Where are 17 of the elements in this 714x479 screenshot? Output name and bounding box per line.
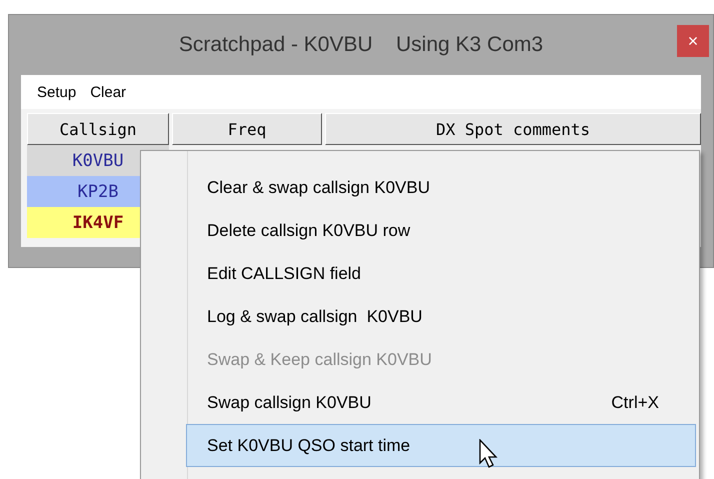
context-menu-item[interactable]: Delete callsign K0VBU row — [144, 209, 696, 252]
context-menu-item[interactable]: Swap callsign K0VBU Ctrl+X — [144, 381, 696, 424]
column-header[interactable]: DX Spot comments — [325, 113, 701, 145]
callsign-text: KP2B — [78, 182, 118, 202]
close-button[interactable]: × — [677, 25, 709, 57]
context-menu-item[interactable]: Edit CALLSIGN field — [144, 252, 696, 295]
callsign-text: IK4VF — [72, 212, 124, 232]
context-menu-item[interactable]: Log & swap callsign K0VBU — [144, 295, 696, 338]
column-header[interactable]: Callsign — [27, 113, 169, 145]
menu-item[interactable]: Setup — [37, 84, 76, 100]
callsign-text: K0VBU — [72, 150, 124, 170]
menu-item[interactable]: Clear — [90, 84, 126, 100]
column-header[interactable]: Freq — [172, 113, 322, 145]
shortcut-text: Ctrl+X — [611, 392, 659, 412]
context-menu-item[interactable]: Clear & swap callsign K0VBU — [144, 166, 696, 209]
context-menu-item[interactable]: Set K0VBU QSO start time — [186, 424, 696, 467]
window-title: Scratchpad - K0VBU Using K3 Com3 — [178, 33, 544, 57]
